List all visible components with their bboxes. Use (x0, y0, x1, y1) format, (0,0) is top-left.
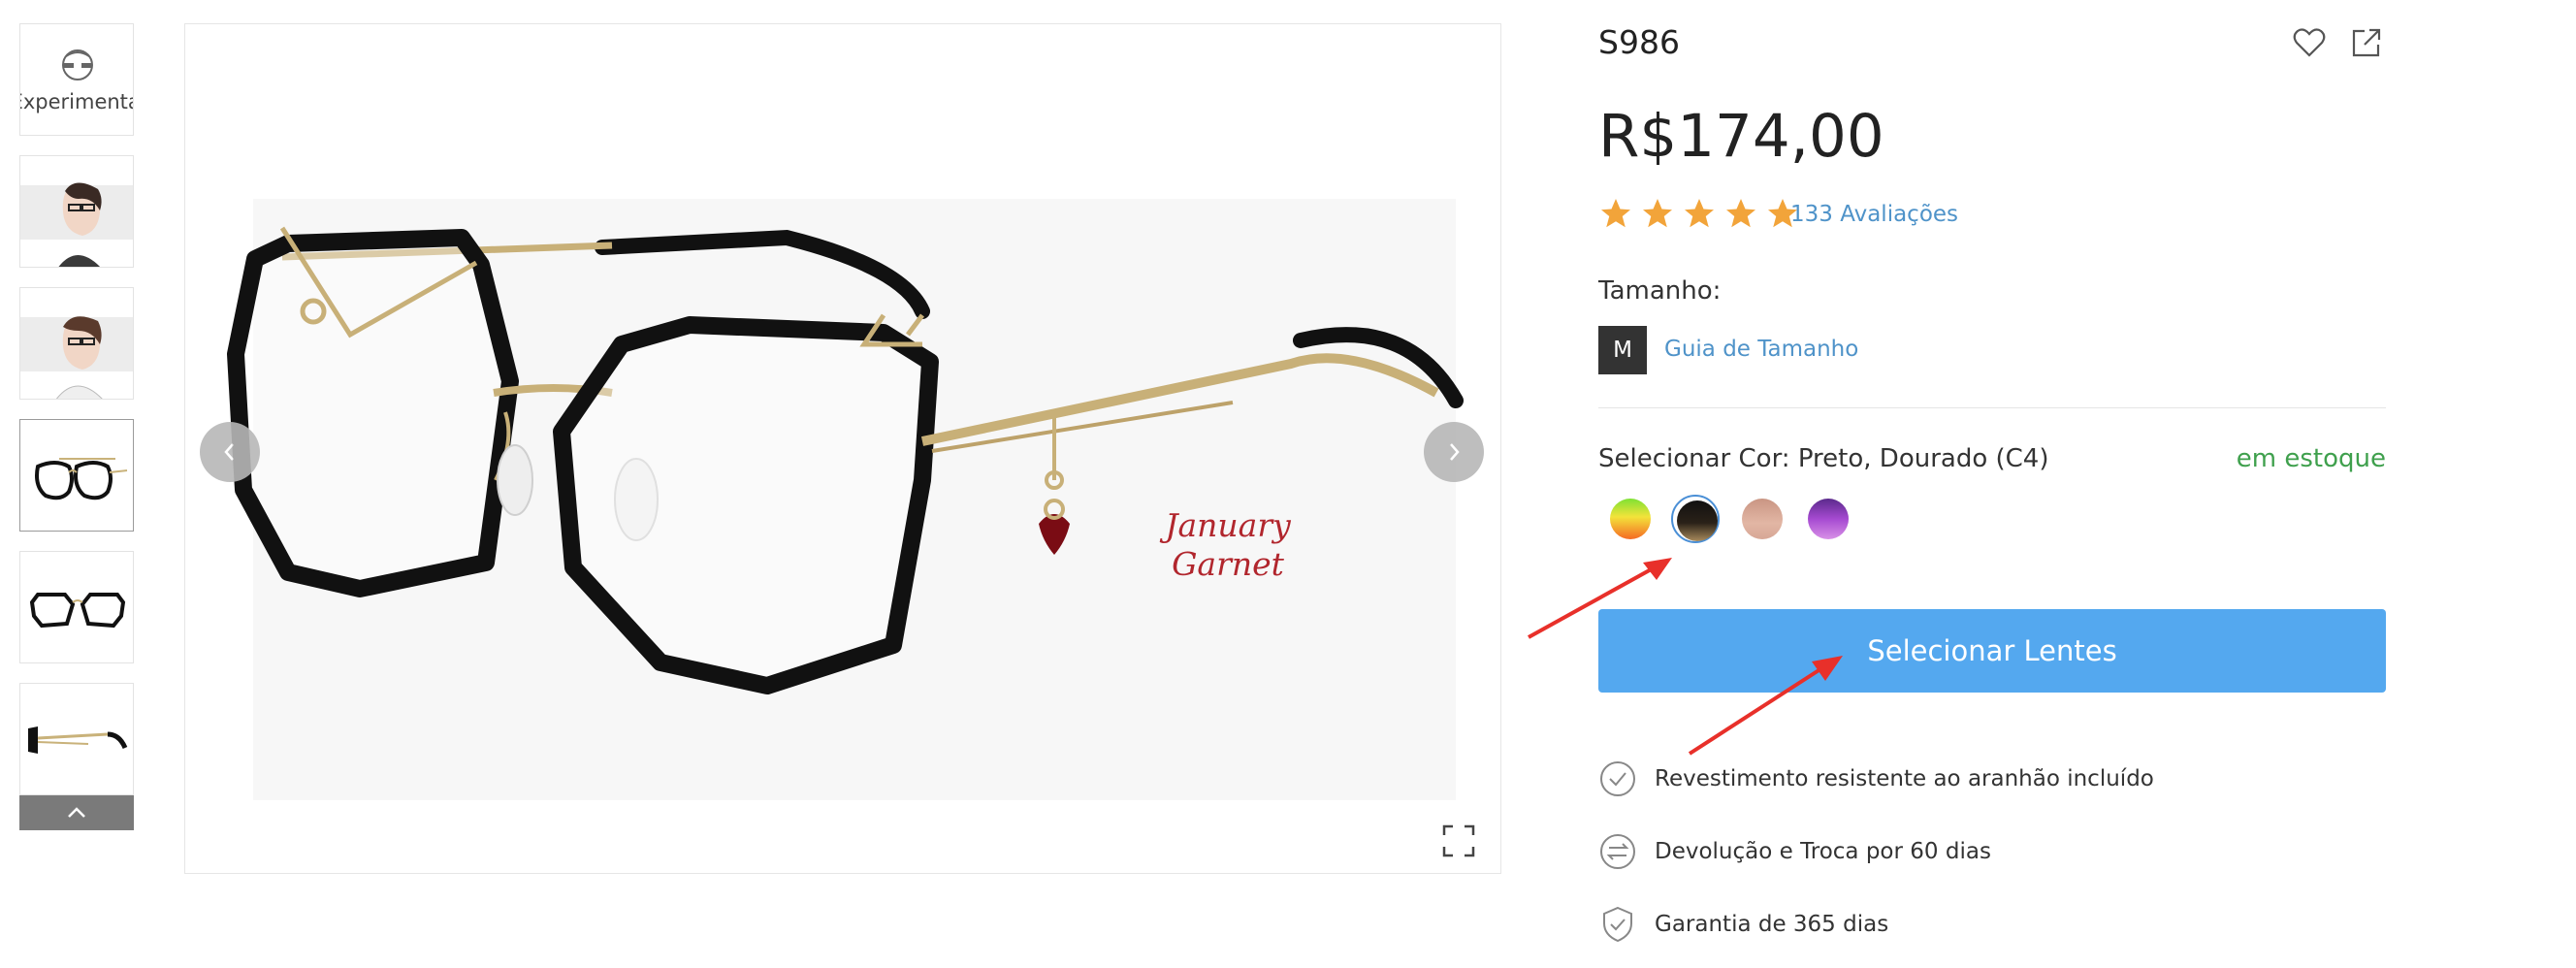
heart-icon[interactable] (2293, 27, 2326, 58)
product-details-panel: S986 R$174,00 133 Avaliações Tamanho: M … (1598, 0, 2386, 968)
virtual-try-on-icon (62, 49, 93, 81)
chevron-up-icon (68, 807, 85, 818)
model-photo-thumbnail (20, 316, 133, 399)
color-swatch-purple[interactable] (1804, 495, 1852, 543)
thumbnail-try-on[interactable]: Experimentar (19, 23, 134, 136)
star-icon (1601, 199, 1630, 228)
size-option-m[interactable]: M (1598, 326, 1647, 374)
color-swatch-pink[interactable] (1738, 495, 1787, 543)
star-icon (1685, 199, 1715, 228)
size-label: Tamanho: (1598, 276, 1722, 306)
chevron-right-icon (1450, 443, 1460, 461)
check-circle-icon (1600, 761, 1635, 796)
chevron-left-icon (224, 443, 234, 461)
glasses-thumbnail (35, 458, 128, 500)
thumbnail-front[interactable] (19, 551, 134, 663)
thumbnail-model-2[interactable] (19, 287, 134, 400)
thumbnail-side[interactable] (19, 683, 134, 795)
glasses-product-photo (227, 226, 1464, 694)
size-guide-link[interactable]: Guia de Tamanho (1664, 337, 1858, 362)
star-icon (1643, 199, 1673, 228)
select-lenses-button[interactable]: Selecionar Lentes (1598, 609, 2386, 693)
try-on-label: Experimentar (20, 90, 133, 113)
previous-image-button[interactable] (200, 422, 260, 482)
model-photo-thumbnail (20, 182, 133, 267)
next-image-button[interactable] (1424, 422, 1484, 482)
charm-engraving: January Garnet (1092, 506, 1364, 584)
star-icon (1726, 199, 1756, 228)
feature-text: Garantia de 365 dias (1655, 912, 1889, 937)
main-product-image: January Garnet (184, 23, 1501, 874)
feature-text: Devolução e Troca por 60 dias (1655, 839, 1991, 864)
charm-text-line-1: January (1165, 506, 1291, 544)
reviews-link[interactable]: 133 Avaliações (1790, 202, 1958, 227)
rating-stars (1598, 196, 1802, 231)
color-swatch-black-gold[interactable] (1671, 495, 1720, 543)
product-title: S986 (1598, 23, 1680, 61)
exchange-icon (1600, 834, 1635, 869)
fullscreen-icon[interactable] (1442, 824, 1475, 857)
divider (1598, 407, 2386, 408)
shield-icon (1603, 906, 1632, 943)
share-icon[interactable] (2351, 27, 2382, 58)
thumbnail-scroll-up-button[interactable] (19, 795, 134, 830)
thumbnail-front-angled[interactable] (19, 419, 134, 532)
color-label: Selecionar Cor: Preto, Dourado (C4) (1598, 444, 2049, 473)
charm-text-line-2: Garnet (1172, 545, 1284, 583)
color-swatch-multicolor[interactable] (1606, 495, 1655, 543)
thumbnail-model-1[interactable] (19, 155, 134, 268)
glasses-thumbnail (28, 726, 128, 754)
product-price: R$174,00 (1598, 102, 1884, 171)
glasses-thumbnail (29, 593, 126, 629)
feature-text: Revestimento resistente ao aranhão inclu… (1655, 766, 2154, 791)
stock-status: em estoque (2236, 444, 2386, 473)
